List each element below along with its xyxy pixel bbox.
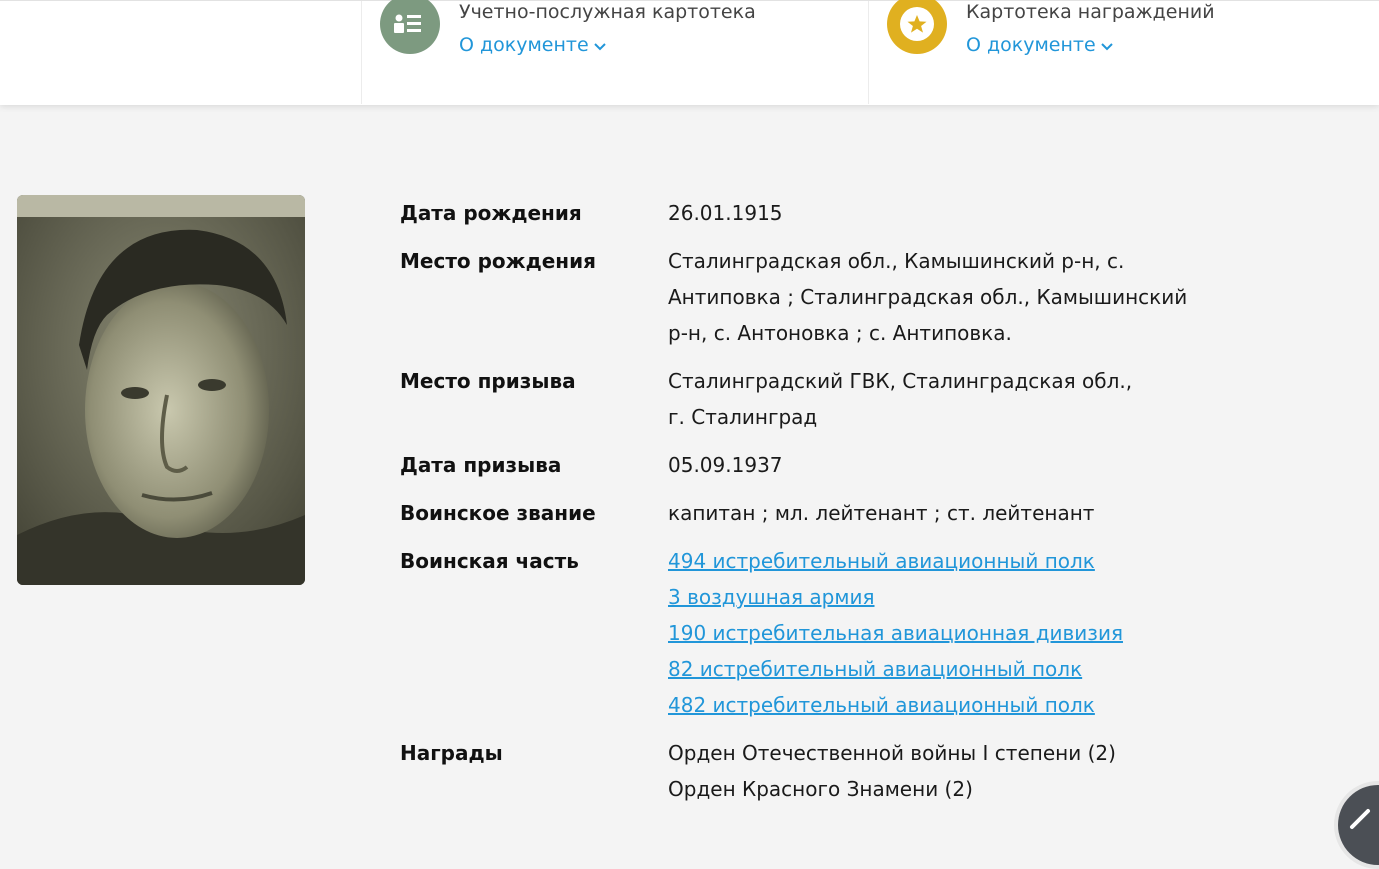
document-title: Картотека награждений: [966, 1, 1215, 23]
scroll-up-button[interactable]: [1338, 785, 1379, 865]
document-bar: Учетно-послужная картотека О документе К…: [0, 0, 1379, 105]
about-document-link[interactable]: О документе: [966, 34, 1114, 57]
award-item: Орден Отечественной войны I степени (2): [668, 741, 1116, 765]
unit-link[interactable]: 82 истребительный авиационный полк: [668, 651, 1208, 687]
unit-link[interactable]: 3 воздушная армия: [668, 579, 1208, 615]
field-label: Дата рождения: [400, 201, 582, 225]
document-card-awards[interactable]: Картотека награждений О документе: [868, 0, 1375, 104]
field-value: Сталинградский ГВК, Сталинградская обл.,…: [668, 369, 1133, 429]
award-item: Орден Красного Знамени (2): [668, 777, 973, 801]
medal-icon: [887, 0, 947, 54]
chevron-down-icon: [1100, 35, 1114, 57]
unit-link[interactable]: 494 истребительный авиационный полк: [668, 543, 1208, 579]
field-label: Дата призыва: [400, 453, 562, 477]
award-list: Орден Отечественной войны I степени (2) …: [668, 735, 1208, 807]
field-value: Сталинградская обл., Камышинский р-н, с.…: [668, 249, 1188, 345]
field-label: Место призыва: [400, 369, 576, 393]
field-value: капитан ; мл. лейтенант ; ст. лейтенант: [668, 501, 1095, 525]
document-card-service-record[interactable]: Учетно-послужная картотека О документе: [361, 0, 868, 104]
chevron-down-icon: [593, 35, 607, 57]
about-document-label: О документе: [459, 34, 589, 56]
field-label: Воинское звание: [400, 501, 596, 525]
about-document-label: О документе: [966, 34, 1096, 56]
field-label: Награды: [400, 741, 503, 765]
unit-link[interactable]: 190 истребительная авиационная дивизия: [668, 615, 1208, 651]
field-label: Место рождения: [400, 249, 596, 273]
portrait-photo: [17, 195, 305, 585]
about-document-link[interactable]: О документе: [459, 34, 607, 57]
arrow-up-icon: [1350, 809, 1370, 829]
field-value: 26.01.1915: [668, 201, 783, 225]
unit-link[interactable]: 482 истребительный авиационный полк: [668, 687, 1208, 723]
field-label: Воинская часть: [400, 549, 579, 573]
unit-link-list: 494 истребительный авиационный полк 3 во…: [668, 543, 1208, 723]
service-record-icon: [380, 0, 440, 54]
field-value: 05.09.1937: [668, 453, 783, 477]
document-title: Учетно-послужная картотека: [459, 1, 756, 23]
